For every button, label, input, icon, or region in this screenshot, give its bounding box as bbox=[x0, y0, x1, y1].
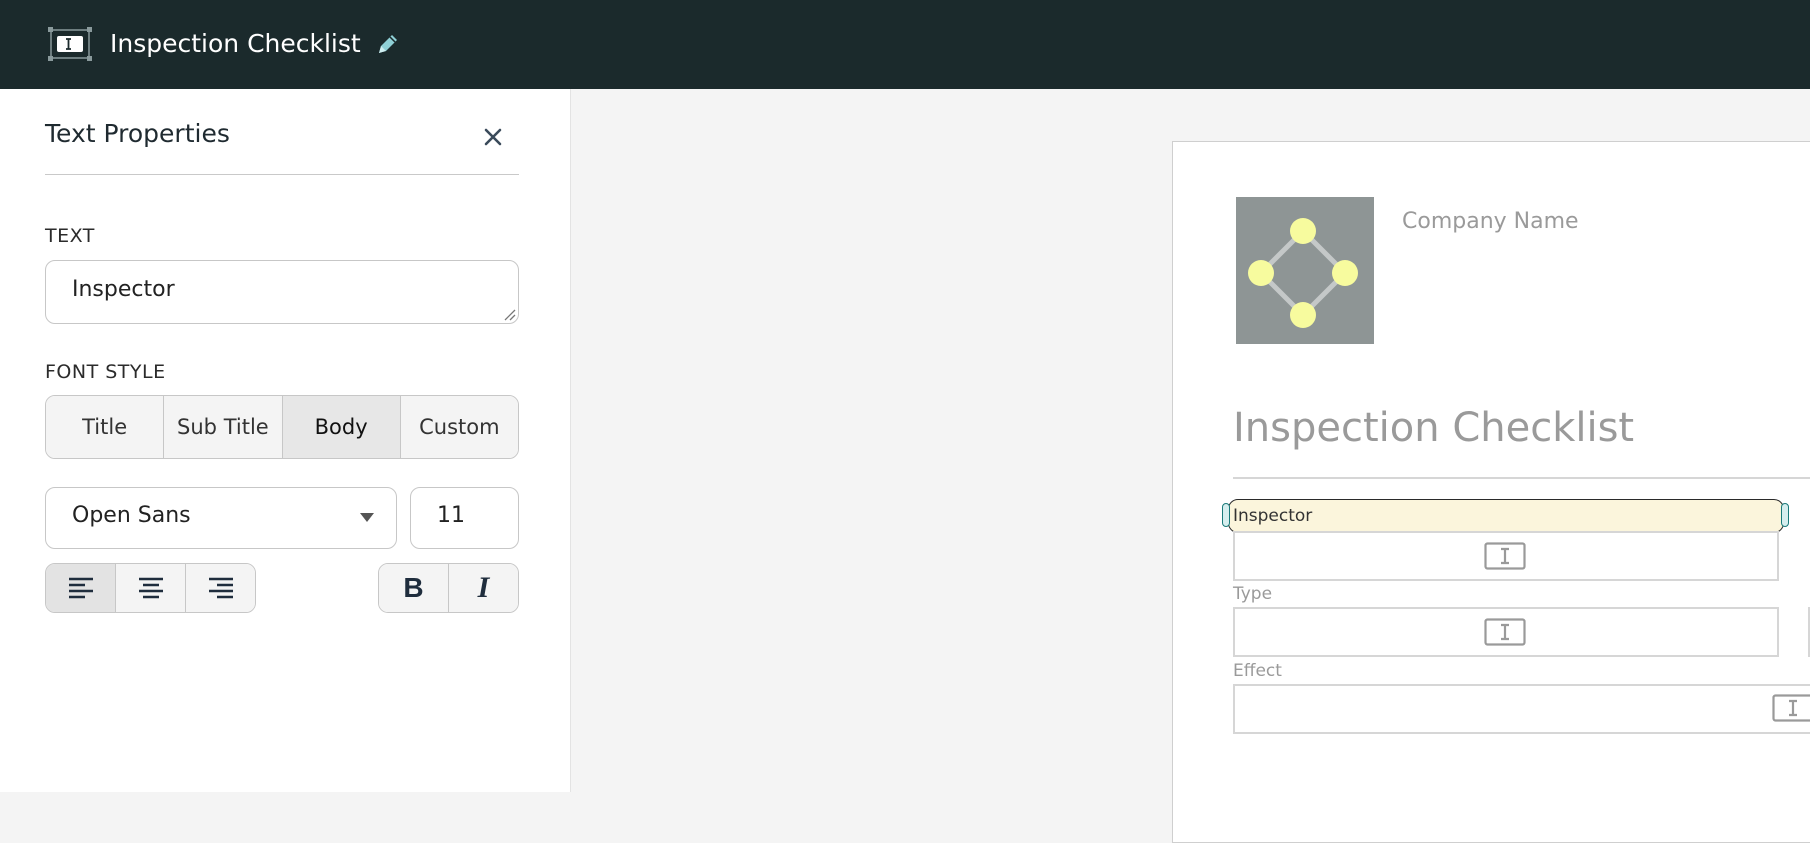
text-field-icon bbox=[1484, 542, 1526, 570]
text-field-icon bbox=[48, 27, 92, 61]
font-style-title-button[interactable]: Title bbox=[46, 396, 164, 458]
text-format-group: B I bbox=[378, 563, 519, 613]
text-input[interactable]: Inspector bbox=[45, 260, 519, 324]
selected-text-element[interactable]: Inspector bbox=[1228, 499, 1784, 533]
font-family-select[interactable]: Open Sans bbox=[45, 487, 397, 549]
resize-handle-left[interactable] bbox=[1222, 503, 1230, 527]
font-style-body-button[interactable]: Body bbox=[283, 396, 401, 458]
font-style-label: FONT STYLE bbox=[45, 361, 166, 383]
font-style-subtitle-button[interactable]: Sub Title bbox=[164, 396, 282, 458]
align-left-icon bbox=[67, 576, 95, 600]
font-style-custom-button[interactable]: Custom bbox=[401, 396, 518, 458]
font-size-value: 11 bbox=[437, 503, 465, 528]
italic-button[interactable]: I bbox=[449, 564, 518, 612]
bold-icon: B bbox=[403, 572, 423, 604]
align-right-icon bbox=[207, 576, 235, 600]
field-label-type[interactable]: Type bbox=[1233, 584, 1272, 604]
resize-grip-icon[interactable] bbox=[502, 307, 516, 321]
text-properties-panel: Text Properties TEXT Inspector FONT STYL… bbox=[0, 89, 571, 792]
pencil-icon[interactable] bbox=[375, 31, 401, 57]
company-logo[interactable] bbox=[1236, 197, 1374, 344]
font-style-segmented-control: Title Sub Title Body Custom bbox=[45, 395, 519, 459]
align-right-button[interactable] bbox=[186, 564, 255, 612]
font-family-value: Open Sans bbox=[72, 503, 191, 528]
panel-title: Text Properties bbox=[45, 119, 230, 148]
document-heading[interactable]: Inspection Checklist bbox=[1233, 405, 1634, 451]
align-left-button[interactable] bbox=[46, 564, 116, 612]
panel-divider bbox=[45, 174, 519, 175]
document-title[interactable]: Inspection Checklist bbox=[110, 27, 361, 61]
field-label-effect[interactable]: Effect bbox=[1233, 661, 1282, 681]
italic-icon: I bbox=[478, 571, 490, 605]
selected-text-value: Inspector bbox=[1233, 506, 1312, 526]
resize-handle-right[interactable] bbox=[1781, 503, 1789, 527]
align-center-button[interactable] bbox=[116, 564, 186, 612]
bold-button[interactable]: B bbox=[379, 564, 449, 612]
alignment-group bbox=[45, 563, 256, 613]
top-bar: Inspection Checklist bbox=[0, 0, 1810, 89]
effect-input-box[interactable] bbox=[1233, 684, 1810, 734]
document-divider bbox=[1233, 477, 1810, 479]
text-field-icon bbox=[1484, 618, 1526, 646]
text-section-label: TEXT bbox=[45, 225, 95, 247]
align-center-icon bbox=[137, 576, 165, 600]
chevron-down-icon bbox=[360, 513, 374, 522]
text-input-value: Inspector bbox=[72, 277, 175, 302]
close-icon[interactable] bbox=[475, 119, 511, 155]
text-field-icon bbox=[1772, 694, 1810, 722]
company-name[interactable]: Company Name bbox=[1402, 209, 1579, 234]
font-size-input[interactable]: 11 bbox=[410, 487, 519, 549]
